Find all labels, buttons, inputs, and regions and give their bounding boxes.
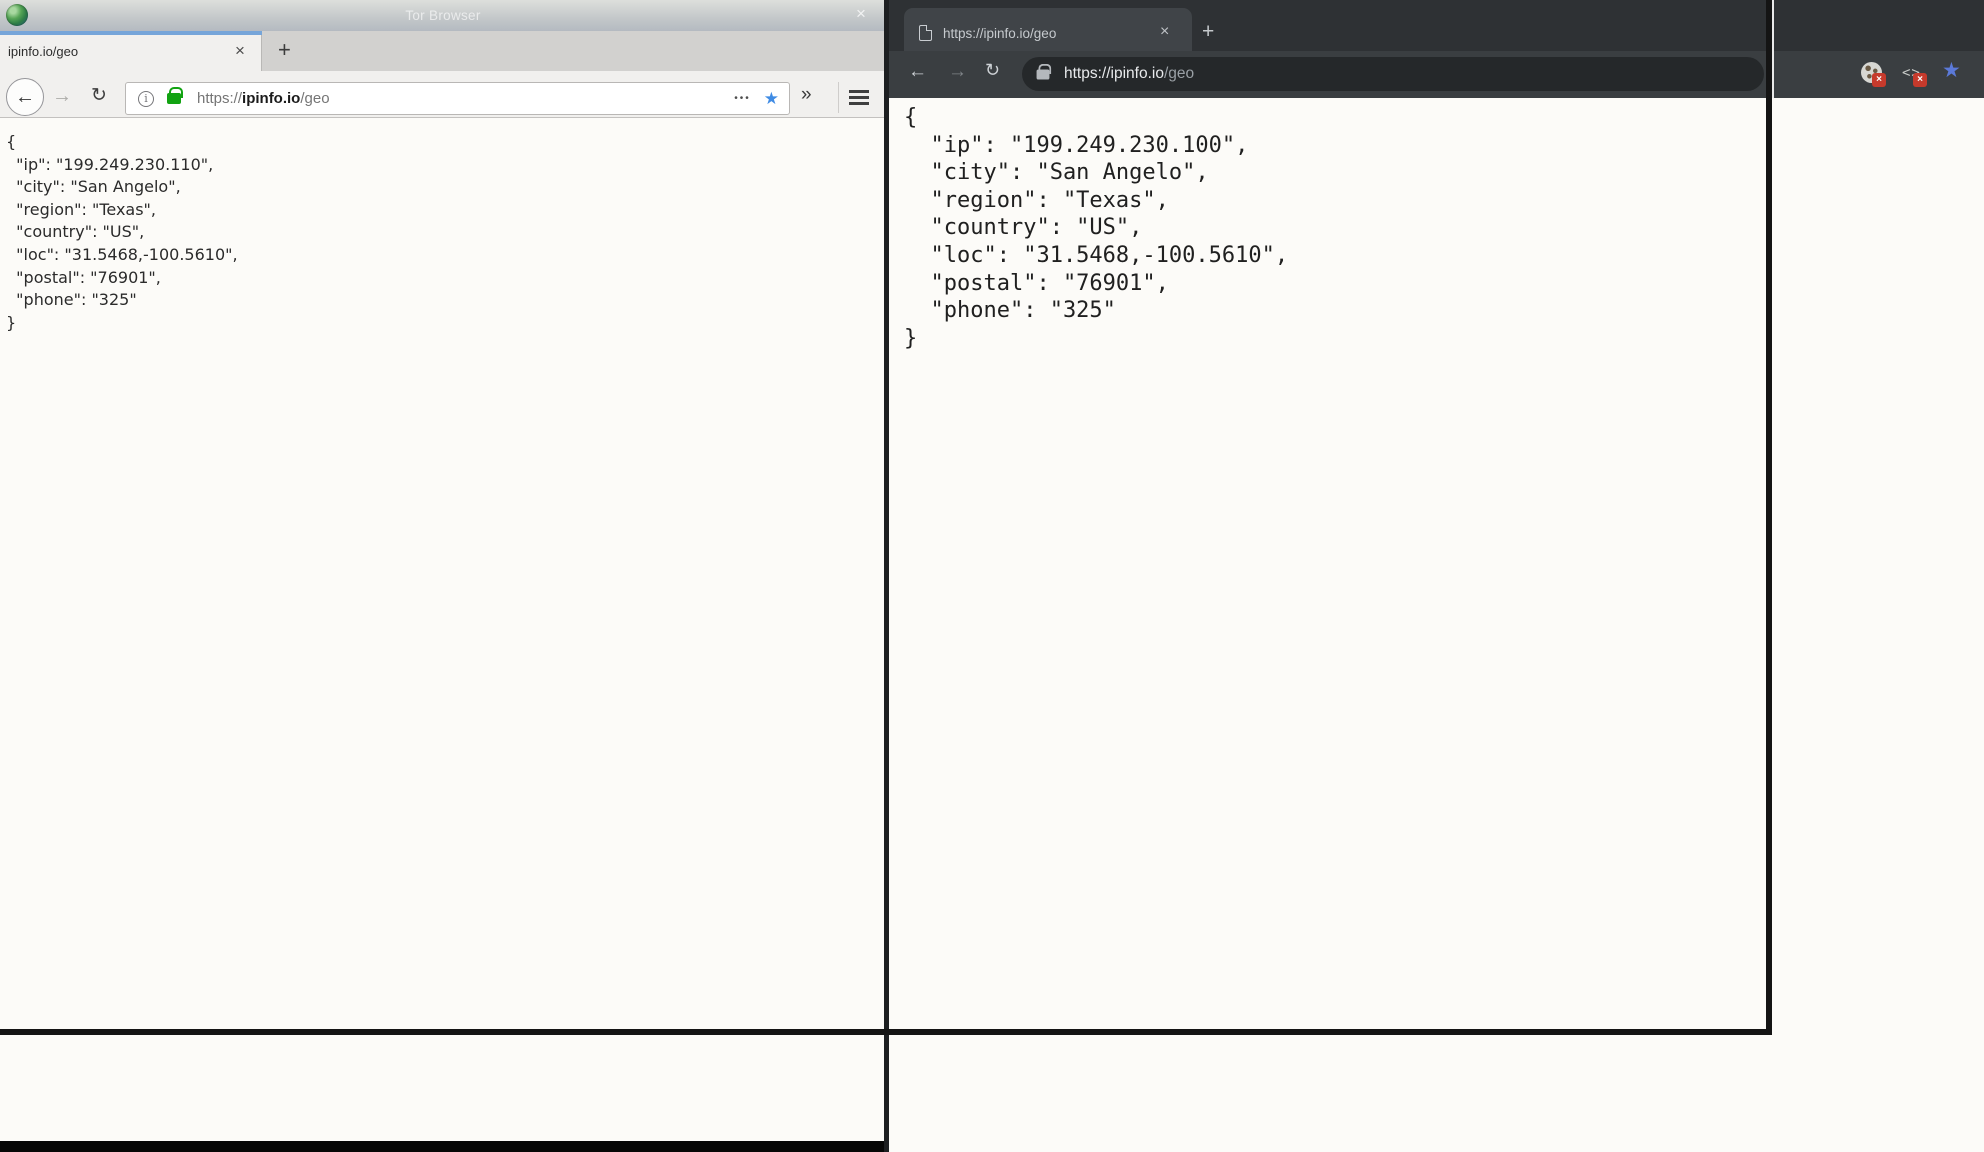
active-tab-accent-line <box>0 31 262 35</box>
extension-badge: × <box>1872 73 1886 87</box>
page-actions-icon[interactable]: ••• <box>734 93 751 104</box>
overflow-chevrons-icon[interactable]: » <box>801 84 811 106</box>
chrome-window-bottom-border <box>0 1029 1772 1035</box>
bottom-black-bar <box>0 1141 886 1152</box>
firefox-window-title: Tor Browser <box>405 8 481 23</box>
https-lock-icon[interactable] <box>167 87 183 104</box>
chrome-tab-label: https://ipinfo.io/geo <box>943 26 1057 41</box>
page-info-icon[interactable]: i <box>138 90 154 107</box>
window-divider-line <box>884 0 889 1152</box>
toolbar-separator <box>838 82 839 113</box>
new-tab-button[interactable]: + <box>278 37 291 63</box>
bookmark-star-icon[interactable]: ★ <box>1942 60 1961 81</box>
url-scheme: https:// <box>197 90 243 107</box>
forward-button[interactable]: → <box>948 61 967 83</box>
https-lock-icon[interactable] <box>1036 63 1052 80</box>
url-path: /geo <box>1163 65 1195 82</box>
chrome-json-body: { "ip": "199.249.230.100", "city": "San … <box>904 105 1289 351</box>
firefox-address-bar[interactable]: i https://ipinfo.io/geo ••• ★ <box>125 82 790 115</box>
chrome-window-right-border <box>1766 0 1772 1035</box>
firefox-tab-label: ipinfo.io/geo <box>8 44 79 59</box>
firefox-json-body: { "ip": "199.249.230.110", "city": "San … <box>6 132 238 332</box>
url-text: https://ipinfo.io/geo <box>197 90 330 107</box>
document-favicon-icon <box>919 25 932 41</box>
bookmark-star-icon[interactable]: ★ <box>764 90 779 107</box>
tab-close-icon[interactable]: × <box>1160 23 1169 41</box>
cookie-extension-icon[interactable]: × <box>1861 62 1887 88</box>
back-button[interactable]: ← <box>6 78 44 116</box>
hamburger-menu-icon[interactable] <box>849 90 869 93</box>
forward-button[interactable]: → <box>52 85 72 108</box>
reload-button[interactable]: ↻ <box>985 60 1000 81</box>
url-domain: ipinfo.io <box>242 90 301 107</box>
url-text: https://ipinfo.io/geo <box>1064 65 1194 83</box>
url-path: /geo <box>300 90 330 107</box>
desktop-screen: Tor Browser × ipinfo.io/geo × + ← → ↻ i … <box>0 0 1984 1152</box>
window-edge-highlight <box>1772 0 1774 98</box>
new-tab-button[interactable]: + <box>1202 20 1214 44</box>
extension-badge: × <box>1913 73 1927 87</box>
code-extension-icon[interactable]: <> × <box>1902 62 1928 88</box>
reload-button[interactable]: ↻ <box>91 84 107 107</box>
window-close-icon[interactable]: × <box>856 4 866 24</box>
back-button[interactable]: ← <box>908 61 927 83</box>
chrome-address-bar[interactable]: https://ipinfo.io/geo <box>1022 57 1764 91</box>
url-secure-part: https://ipinfo.io <box>1064 65 1164 82</box>
chrome-window: https://ipinfo.io/geo × + ← → ↻ https://… <box>886 0 1984 1152</box>
tab-close-icon[interactable]: × <box>235 41 245 61</box>
